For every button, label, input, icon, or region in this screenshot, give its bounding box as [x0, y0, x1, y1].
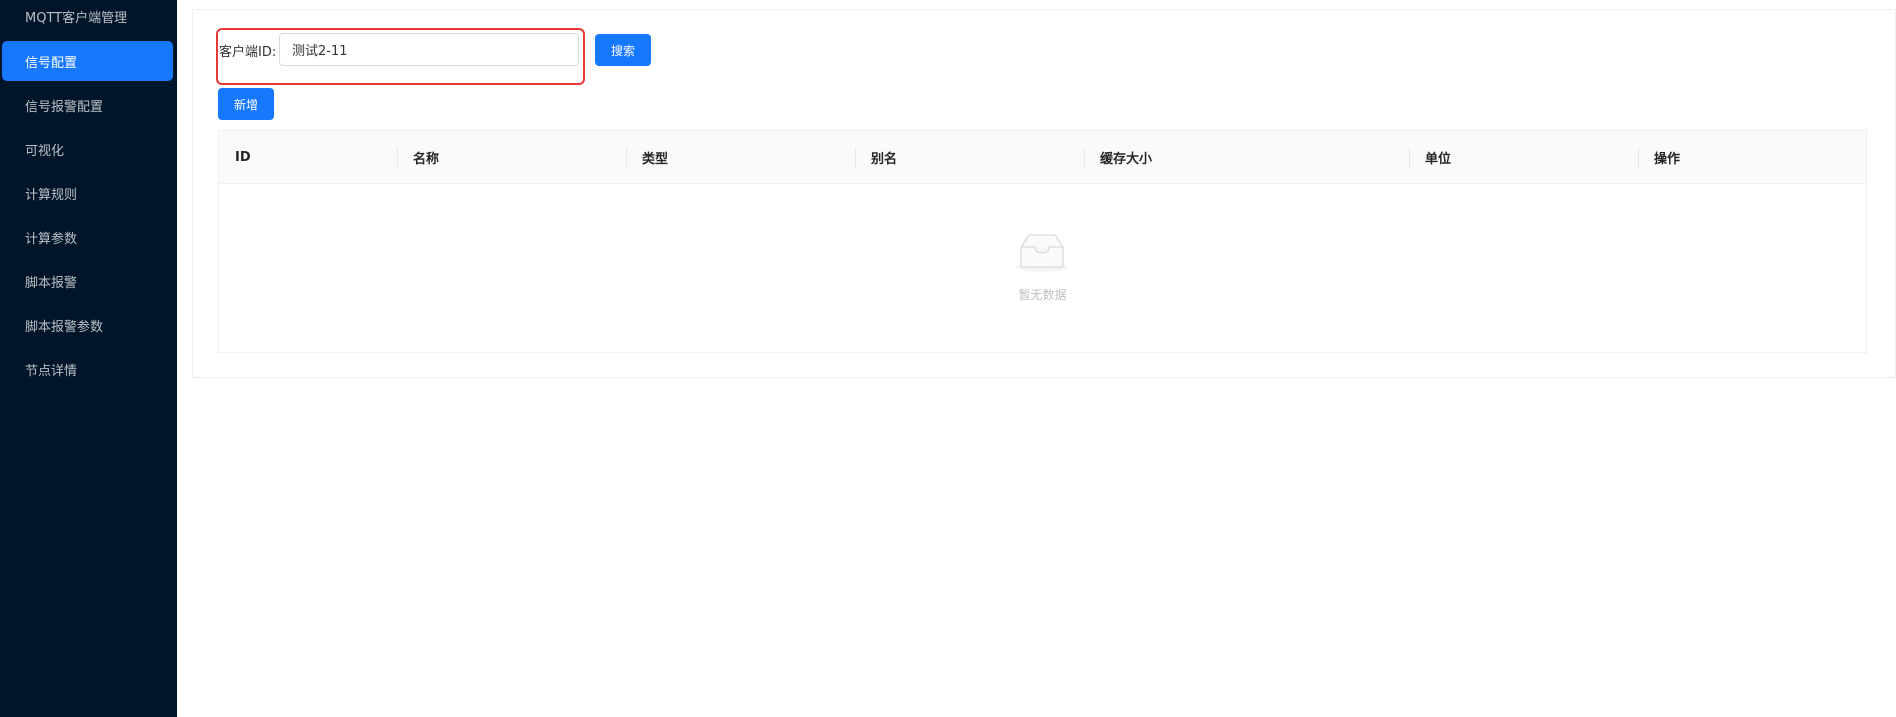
sidebar-item-mqtt-client[interactable]: MQTT客户端管理 — [2, 0, 173, 36]
sidebar-item-visualization[interactable]: 可视化 — [2, 129, 173, 169]
table-header: ID 名称 类型 别名 缓存大小 单位 操作 — [219, 131, 1866, 184]
search-button[interactable]: 搜索 — [595, 34, 651, 66]
sidebar-item-signal-alarm-config[interactable]: 信号报警配置 — [2, 85, 173, 125]
sidebar-item-script-alarm-params[interactable]: 脚本报警参数 — [2, 305, 173, 345]
column-header-type: 类型 — [642, 152, 669, 167]
column-header-cache-size: 缓存大小 — [1100, 152, 1153, 167]
column-header-name: 名称 — [413, 152, 440, 167]
sidebar-item-label: 可视化 — [25, 143, 65, 159]
sidebar-item-label: 脚本报警参数 — [25, 319, 104, 335]
client-id-label: 客户端ID: — [219, 45, 277, 60]
sidebar: MQTT客户端管理 信号配置 信号报警配置 可视化 计算规则 计算参数 脚本报警… — [0, 0, 177, 717]
client-id-input[interactable] — [279, 33, 579, 66]
empty-inbox-icon — [1016, 234, 1068, 272]
sidebar-item-label: MQTT客户端管理 — [25, 10, 128, 26]
column-header-id: ID — [235, 150, 251, 165]
column-header-unit: 单位 — [1425, 152, 1452, 167]
sidebar-item-node-details[interactable]: 节点详情 — [2, 349, 173, 389]
sidebar-item-script-alarm[interactable]: 脚本报警 — [2, 261, 173, 301]
sidebar-item-calc-params[interactable]: 计算参数 — [2, 217, 173, 257]
signal-table: ID 名称 类型 别名 缓存大小 单位 操作 暂无数据 — [218, 130, 1867, 353]
sidebar-item-label: 计算参数 — [25, 231, 78, 247]
add-button[interactable]: 新增 — [218, 88, 274, 120]
main-content — [177, 0, 1896, 717]
empty-state-text: 暂无数据 — [1018, 288, 1067, 302]
sidebar-item-label: 脚本报警 — [25, 275, 78, 291]
sidebar-item-label: 计算规则 — [25, 187, 78, 203]
sidebar-item-signal-config[interactable]: 信号配置 — [2, 41, 173, 81]
column-header-actions: 操作 — [1654, 152, 1681, 167]
sidebar-item-label: 信号配置 — [25, 55, 78, 71]
sidebar-item-label: 节点详情 — [25, 363, 78, 379]
sidebar-item-label: 信号报警配置 — [25, 99, 104, 115]
sidebar-item-calc-rules[interactable]: 计算规则 — [2, 173, 173, 213]
column-header-alias: 别名 — [871, 152, 898, 167]
